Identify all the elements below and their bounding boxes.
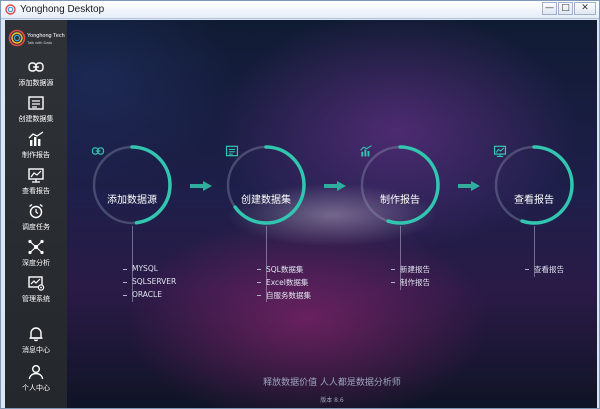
step-view-report[interactable]: 查看报告	[493, 144, 575, 226]
step-make-report[interactable]: 制作报告	[359, 144, 441, 226]
sidebar-item-label: 查看报告	[22, 187, 50, 195]
step-add-datasource[interactable]: 添加数据源	[91, 144, 173, 226]
client-area: Yonghong Tech Talk with Data 添加数据源 创建数据集…	[5, 20, 597, 408]
sidebar-item-label: 创建数据集	[18, 115, 54, 123]
report-chart-icon	[360, 145, 372, 157]
flow-arrow-icon	[324, 181, 346, 191]
sidebar-item-label: 个人中心	[22, 384, 50, 392]
close-button[interactable]: ✕	[574, 2, 596, 15]
sidebar-item-make-report[interactable]: 制作报告	[5, 130, 67, 164]
slogan-text: 释放数据价值 人人都是数据分析师	[263, 378, 401, 388]
sidebar-item-deep-analysis[interactable]: 深度分析	[5, 238, 67, 272]
list-item-oracle[interactable]: ORACLE	[123, 290, 176, 303]
bell-icon	[29, 327, 43, 342]
sidebar-item-message-center[interactable]: 消息中心	[5, 325, 67, 359]
admin-icon	[28, 276, 45, 291]
maximize-button[interactable]: □	[558, 2, 573, 15]
step-label: 添加数据源	[107, 195, 157, 206]
app-window: Yonghong Desktop — □ ✕ Yonghong Tech Tal…	[0, 0, 600, 409]
list-item-view-report[interactable]: 查看报告	[525, 264, 564, 277]
window-title: Yonghong Desktop	[20, 4, 105, 15]
brand-name: Yonghong Tech	[27, 33, 65, 39]
sidebar-item-label: 制作报告	[22, 151, 50, 159]
dataset-icon	[225, 145, 239, 157]
sidebar-item-schedule-task[interactable]: 调度任务	[5, 202, 67, 236]
user-icon	[28, 365, 44, 380]
step-label: 制作报告	[380, 195, 420, 206]
list-item-excel-dataset[interactable]: Excel数据集	[257, 277, 311, 290]
view-report-icon	[28, 168, 44, 183]
sidebar-item-personal-center[interactable]: 个人中心	[5, 363, 67, 397]
list-item-mysql[interactable]: MYSQL	[123, 264, 176, 277]
view-report-icon	[493, 145, 507, 157]
flow-arrow-icon	[190, 181, 212, 191]
sidebar-item-create-dataset[interactable]: 创建数据集	[5, 94, 67, 128]
alarm-clock-icon	[29, 203, 43, 219]
dataset-icon	[28, 96, 44, 110]
window-controls: — □ ✕	[541, 2, 596, 15]
sidebar-item-label: 管理系统	[22, 295, 50, 303]
sidebar-item-label: 深度分析	[22, 259, 50, 267]
dataset-type-list: SQL数据集 Excel数据集 自服务数据集	[257, 264, 311, 303]
step-label: 查看报告	[514, 195, 554, 206]
link-icon	[91, 147, 105, 155]
title-bar[interactable]: Yonghong Desktop — □ ✕	[1, 1, 599, 19]
list-item-sqlserver[interactable]: SQLSERVER	[123, 277, 176, 290]
app-logo-icon	[5, 4, 16, 15]
step-create-dataset[interactable]: 创建数据集	[225, 144, 307, 226]
brand-logo-icon	[8, 29, 26, 47]
version-text: 版本 8.6	[320, 397, 344, 404]
step-label: 创建数据集	[241, 195, 291, 206]
workflow-panel: 添加数据源 创建数据集 制作报告 查看报告 MYSQL SQLSERVER OR…	[67, 20, 597, 408]
sidebar-item-view-report[interactable]: 查看报告	[5, 166, 67, 200]
sidebar-item-label: 消息中心	[22, 346, 50, 354]
list-item-new-report[interactable]: 新建报告	[391, 264, 430, 277]
brand-tagline: Talk with Data	[27, 40, 52, 45]
report-chart-icon	[28, 131, 44, 146]
link-icon	[28, 62, 44, 72]
list-item-self-service-dataset[interactable]: 自服务数据集	[257, 290, 311, 303]
sidebar: Yonghong Tech Talk with Data 添加数据源 创建数据集…	[5, 20, 67, 408]
list-item-make-report[interactable]: 制作报告	[391, 277, 430, 290]
sidebar-item-add-datasource[interactable]: 添加数据源	[5, 58, 67, 92]
datasource-type-list: MYSQL SQLSERVER ORACLE	[123, 264, 176, 303]
view-report-list: 查看报告	[525, 264, 564, 277]
sidebar-item-label: 添加数据源	[18, 79, 54, 87]
list-item-sql-dataset[interactable]: SQL数据集	[257, 264, 311, 277]
network-icon	[28, 239, 44, 255]
sidebar-item-label: 调度任务	[22, 223, 50, 231]
sidebar-item-admin-system[interactable]: 管理系统	[5, 274, 67, 308]
brand-logo: Yonghong Tech Talk with Data	[8, 28, 66, 54]
minimize-button[interactable]: —	[542, 2, 557, 15]
report-action-list: 新建报告 制作报告	[391, 264, 430, 290]
flow-arrow-icon	[458, 181, 480, 191]
